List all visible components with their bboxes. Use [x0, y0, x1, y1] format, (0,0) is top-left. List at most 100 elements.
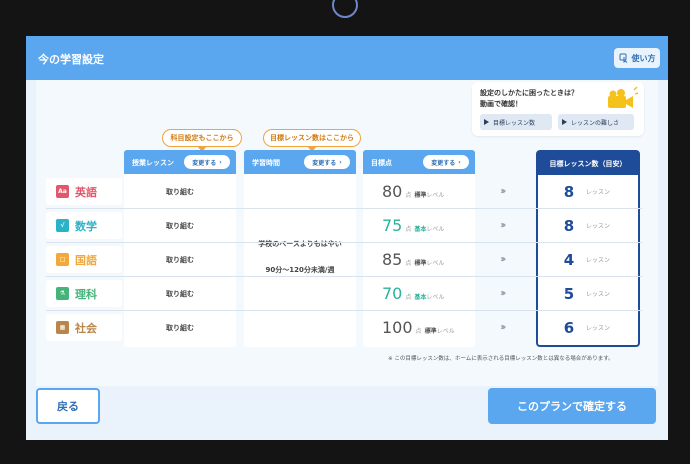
play-icon: [562, 119, 567, 125]
lesson-status: 取り組む: [166, 255, 194, 264]
callout-target-lessons: 目標レッスン数はここから: [263, 129, 361, 152]
target-score-cell: 75 点基本レベル: [367, 212, 479, 239]
target-lessons-value: 8: [563, 182, 575, 201]
target-lessons-value: 4: [563, 250, 575, 269]
hand-pointer-icon: [619, 53, 627, 63]
video-difficulty-label: レッスンの難しさ: [571, 119, 620, 127]
study-time-pace: 学校のペースよりもはやい: [258, 240, 342, 248]
lesson-unit: レッスン: [586, 291, 611, 298]
study-time-range: 90分〜120分未満/週: [265, 266, 335, 274]
change-lesson-label: 変更する: [192, 159, 217, 167]
play-icon: [484, 119, 489, 125]
change-study-time-label: 変更する: [312, 159, 337, 167]
lesson-status: 取り組む: [166, 221, 194, 230]
subject-icon: √: [56, 219, 69, 232]
difficulty-level-name: 標準: [424, 328, 437, 335]
study-time-column-header: 学習時間 変更する ›: [244, 150, 356, 174]
difficulty-level: 標準レベル: [425, 326, 455, 335]
header: 今の学習設定 使い方: [26, 36, 668, 80]
video-difficulty-button[interactable]: レッスンの難しさ: [558, 114, 634, 130]
target-score-value: 80: [382, 182, 403, 201]
chevron-right-icon: ›: [219, 158, 222, 166]
lesson-unit: レッスン: [586, 223, 611, 230]
difficulty-level-name: 標準: [414, 260, 427, 267]
lesson-status: 取り組む: [166, 289, 194, 298]
target-lessons-value: 5: [563, 284, 575, 303]
target-lessons-column-label: 目標レッスン数（目安）: [538, 152, 638, 175]
difficulty-level-name: 基本: [414, 294, 427, 301]
video-target-lessons-button[interactable]: 目標レッスン数: [480, 114, 552, 130]
target-lessons-value: 6: [563, 318, 575, 337]
score-unit: 点: [405, 260, 412, 267]
target-lessons-value: 8: [563, 216, 575, 235]
difficulty-level: 基本レベル: [414, 292, 444, 301]
target-score-cell: 85 点標準レベル: [367, 246, 479, 273]
target-score-cell: 100 点標準レベル: [367, 314, 479, 341]
difficulty-level: 標準レベル: [414, 190, 444, 199]
row-divider: [46, 208, 642, 209]
app-screen: 今の学習設定 使い方 設定のしかたに困ったときは？ 動画で確認！ 目標レッスン数: [26, 36, 668, 440]
subject-label[interactable]: ▦ 社会: [46, 314, 122, 341]
level-suffix: レベル: [436, 328, 455, 335]
level-suffix: レベル: [426, 294, 445, 301]
subject-label[interactable]: □ 国語: [46, 246, 122, 273]
score-unit: 点: [405, 226, 412, 233]
subject-label[interactable]: √ 数学: [46, 212, 122, 239]
row-divider: [46, 310, 642, 311]
change-target-score-label: 変更する: [431, 159, 456, 167]
double-chevron-icon: ›››: [500, 288, 507, 299]
double-chevron-icon: ›››: [500, 220, 507, 231]
back-button[interactable]: 戻る: [36, 388, 100, 424]
lesson-column-label: 授業レッスン: [132, 159, 174, 167]
row-divider: [46, 276, 642, 277]
help-video-box: 設定のしかたに困ったときは？ 動画で確認！ 目標レッスン数 レッスンの難しさ: [472, 82, 644, 136]
target-score-cell: 70 点基本レベル: [367, 280, 479, 307]
score-unit: 点: [405, 192, 412, 199]
subject-icon: ▦: [56, 321, 69, 334]
video-target-lessons-label: 目標レッスン数: [493, 119, 536, 127]
lesson-status: 取り組む: [166, 187, 194, 196]
change-lesson-button[interactable]: 変更する ›: [184, 155, 230, 169]
subject-label[interactable]: Aa 英語: [46, 178, 122, 205]
target-lessons-note: ※ この目標レッスン数は、ホームに表示される目標レッスン数とは異なる場合がありま…: [388, 356, 614, 362]
subject-name: 英語: [75, 185, 97, 199]
target-score-column-header: 目標点 変更する ›: [363, 150, 475, 174]
difficulty-level-name: 標準: [414, 192, 427, 199]
change-target-score-button[interactable]: 変更する ›: [423, 155, 469, 169]
lesson-status: 取り組む: [166, 323, 194, 332]
subject-icon: Aa: [56, 185, 69, 198]
lesson-unit: レッスン: [586, 257, 611, 264]
difficulty-level: 標準レベル: [414, 258, 444, 267]
target-lessons-cell: 4 レッスン: [562, 246, 638, 273]
subject-name: 社会: [75, 321, 97, 335]
subject-name: 理科: [75, 287, 97, 301]
confirm-plan-button[interactable]: このプランで確定する: [488, 388, 656, 424]
target-score-column-label: 目標点: [371, 159, 392, 167]
camera-dot: [332, 0, 358, 18]
level-suffix: レベル: [426, 260, 445, 267]
target-score-value: 85: [382, 250, 403, 269]
target-lessons-cell: 8 レッスン: [562, 212, 638, 239]
target-score-value: 70: [382, 284, 403, 303]
score-unit: 点: [415, 328, 422, 335]
help-line-2: 動画で確認！: [480, 100, 522, 108]
change-study-time-button[interactable]: 変更する ›: [304, 155, 350, 169]
lesson-column-header: 授業レッスン 変更する ›: [124, 150, 236, 174]
howto-label: 使い方: [631, 53, 656, 63]
page-title: 今の学習設定: [38, 53, 104, 66]
level-suffix: レベル: [426, 192, 445, 199]
difficulty-level-name: 基本: [414, 226, 427, 233]
howto-button[interactable]: 使い方: [614, 48, 660, 68]
subject-label[interactable]: ⚗ 理科: [46, 280, 122, 307]
help-text: 設定のしかたに困ったときは？ 動画で確認！: [480, 88, 578, 110]
subject-name: 国語: [75, 253, 97, 267]
target-lessons-cell: 5 レッスン: [562, 280, 638, 307]
help-line-1: 設定のしかたに困ったときは？: [480, 89, 578, 97]
subject-name: 数学: [75, 219, 97, 233]
study-time-column-label: 学習時間: [252, 159, 280, 167]
callout-subject-settings: 科目設定もここから: [162, 129, 242, 152]
level-suffix: レベル: [426, 226, 445, 233]
double-chevron-icon: ›››: [500, 186, 507, 197]
video-camera-icon: [608, 86, 638, 108]
score-unit: 点: [405, 294, 412, 301]
